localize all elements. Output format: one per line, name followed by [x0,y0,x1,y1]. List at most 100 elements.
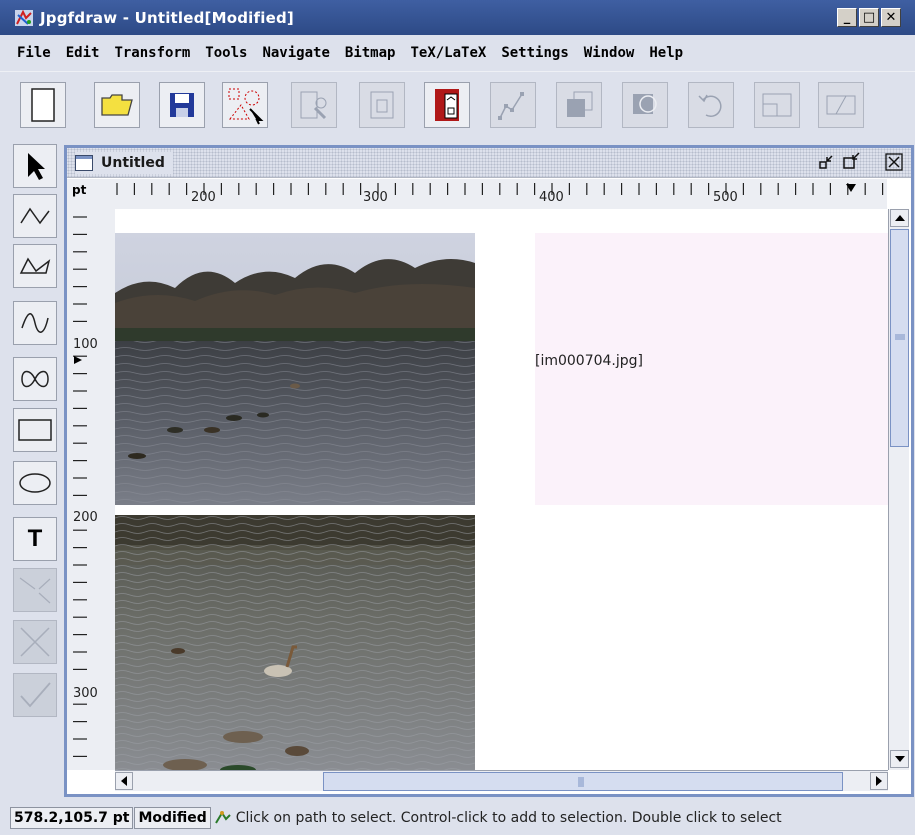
arrow-pointer-icon [28,153,45,180]
image-properties-icon [435,89,459,121]
open-curve-tool-button[interactable] [13,301,57,345]
window-titlebar: Jpgfdraw - Untitled[Modified] _ □ ✕ [0,0,915,35]
iconify-icon[interactable] [818,154,834,170]
ruler-label-100: 100 [73,337,98,352]
abandon-button[interactable] [13,620,57,664]
status-coordinates: 578.2,105.7 pt [10,806,134,829]
scale-button[interactable] [754,82,800,128]
closed-curve-tool-button[interactable] [13,357,57,401]
menu-bitmap[interactable]: Bitmap [345,45,396,61]
grip-h-icon [578,777,584,787]
menu-file[interactable]: File [17,45,51,61]
closed-line-tool-button[interactable] [13,244,57,288]
lake-photo-1[interactable] [115,233,475,505]
horizontal-scroll-thumb[interactable] [323,772,843,791]
vertical-scroll-thumb[interactable] [890,229,909,447]
image-placeholder[interactable]: [im000704.jpg] [535,233,888,505]
shear-icon [826,95,856,115]
select-all-icon [228,88,264,125]
open-line-tool-button[interactable] [13,194,57,238]
document-icon [75,155,93,171]
maximize-frame-icon[interactable] [842,152,862,170]
status-modified: Modified [134,806,211,829]
abandon-x-icon [20,627,50,657]
new-document-icon [31,88,55,122]
scale-icon [762,93,792,117]
arrow-up-icon [894,215,905,221]
close-button[interactable]: ✕ [881,8,901,27]
horizontal-scrollbar[interactable] [115,770,888,791]
menu-navigate[interactable]: Navigate [262,45,329,61]
window-title: Jpgfdraw - Untitled[Modified] [40,9,294,27]
ungroup-button[interactable] [359,82,405,128]
select-tool-status-icon [214,810,231,824]
move-front-icon [567,91,593,117]
select-all-button[interactable] [222,82,268,128]
text-icon: T [27,525,43,552]
menu-window[interactable]: Window [584,45,635,61]
image-placeholder-label: [im000704.jpg] [535,353,644,369]
open-line-icon [20,207,50,225]
ruler-label-200-v: 200 [73,510,98,525]
edit-path-icon [498,92,524,120]
document-frame: Untitled pt 200 300 400 500 100 200 300 [64,145,914,797]
menu-transform[interactable]: Transform [114,45,190,61]
group-button[interactable] [291,82,337,128]
save-button[interactable] [159,82,205,128]
ungroup-icon [370,91,394,119]
document-title: Untitled [101,155,165,171]
shear-button[interactable] [818,82,864,128]
open-folder-icon [101,94,133,116]
scroll-up-button[interactable] [890,209,909,227]
menu-settings[interactable]: Settings [501,45,568,61]
vertical-scrollbar[interactable] [888,209,909,770]
horizontal-ruler: pt 200 300 400 500 [67,179,887,209]
horizontal-ruler-ticks [116,183,884,195]
rotate-icon [698,94,722,117]
open-curve-icon [21,313,49,333]
close-frame-icon[interactable] [885,153,903,171]
finish-button[interactable] [13,673,57,717]
edit-path-button[interactable] [490,82,536,128]
ruler-label-300-v: 300 [73,686,98,701]
menu-tools[interactable]: Tools [205,45,247,61]
image-properties-button[interactable] [424,82,470,128]
closed-curve-icon [21,370,49,388]
gap-icon [19,577,51,604]
scroll-down-button[interactable] [890,750,909,768]
document-titlebar[interactable]: Untitled [67,148,911,178]
maximize-button[interactable]: □ [859,8,879,27]
gap-tool-button[interactable] [13,568,57,612]
finish-check-icon [20,682,51,708]
open-button[interactable] [94,82,140,128]
menu-edit[interactable]: Edit [66,45,100,61]
menu-bar: File Edit Transform Tools Navigate Bitma… [0,35,915,71]
new-button[interactable] [20,82,66,128]
ellipse-tool-button[interactable] [13,461,57,505]
ruler-label-500: 500 [713,190,738,205]
ruler-label-300: 300 [363,190,388,205]
rectangle-tool-button[interactable] [13,408,57,452]
minimize-button[interactable]: _ [837,8,857,27]
ruler-marker-icon [846,184,856,192]
status-bar: 578.2,105.7 pt Modified Click on path to… [0,800,915,835]
scroll-left-button[interactable] [115,772,133,790]
drawing-canvas[interactable]: [im000704.jpg] [115,209,888,770]
move-back-icon [633,94,657,114]
select-tool-button[interactable] [13,144,57,188]
status-message: Click on path to select. Control-click t… [235,809,782,826]
ruler-marker-left-icon [74,356,82,364]
menu-help[interactable]: Help [649,45,683,61]
scroll-right-button[interactable] [870,772,888,790]
tool-palette: T [0,137,58,800]
move-front-button[interactable] [556,82,602,128]
arrow-down-icon [894,756,905,762]
rotate-button[interactable] [688,82,734,128]
move-back-button[interactable] [622,82,668,128]
main-toolbar [0,71,915,137]
menu-tex-latex[interactable]: TeX/LaTeX [410,45,486,61]
text-tool-button[interactable]: T [13,517,57,561]
close-icon: ✕ [885,10,897,25]
grip-icon [895,334,905,340]
lake-photo-2[interactable] [115,515,475,770]
